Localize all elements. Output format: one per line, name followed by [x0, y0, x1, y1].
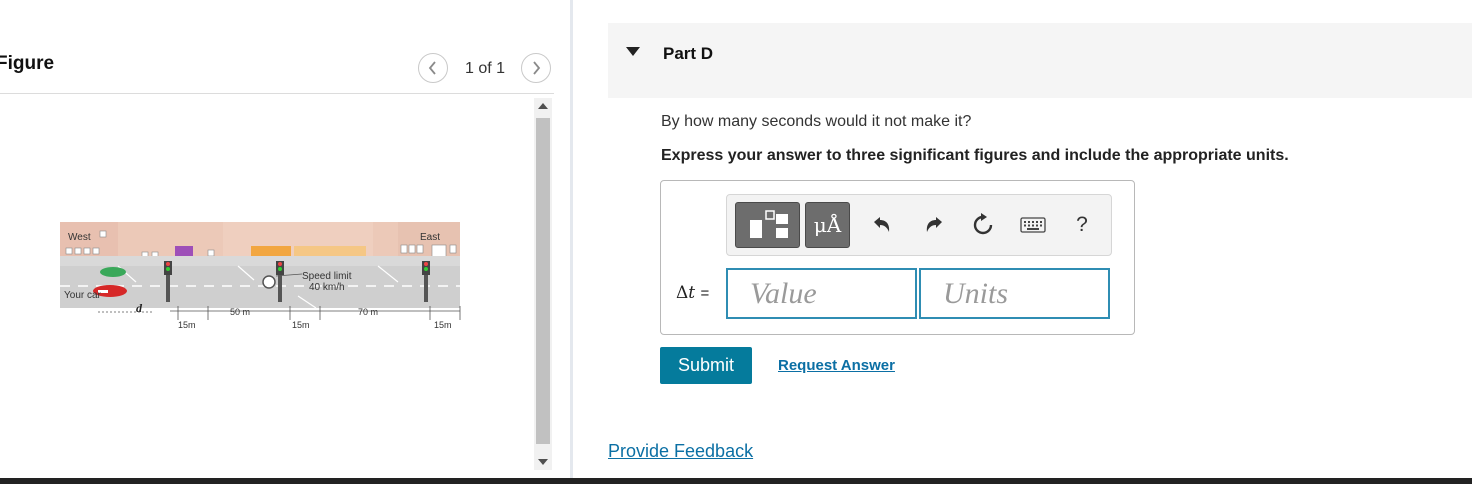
- next-figure-button[interactable]: [521, 53, 551, 83]
- label-d: d: [136, 301, 143, 315]
- redo-button[interactable]: [918, 202, 950, 248]
- templates-button[interactable]: [735, 202, 800, 248]
- caret-down-icon[interactable]: [626, 47, 640, 57]
- figure-scrollbar[interactable]: [534, 98, 552, 470]
- label-distance-50m: 50 m: [230, 307, 250, 317]
- label-distance-15m-2: 15m: [292, 320, 310, 330]
- templates-icon: [749, 210, 788, 238]
- label-distance-15m-3: 15m: [434, 320, 452, 330]
- delta-symbol: Δ: [676, 283, 689, 303]
- part-title: Part D: [663, 44, 714, 63]
- triangle-up-icon: [538, 103, 548, 109]
- triangle-down-icon: [538, 459, 548, 465]
- provide-feedback-link[interactable]: Provide Feedback: [608, 441, 753, 462]
- request-answer-link[interactable]: Request Answer: [778, 357, 895, 374]
- bottom-bar: [0, 478, 1472, 484]
- previous-figure-button[interactable]: [418, 53, 448, 83]
- label-west: West: [68, 232, 91, 243]
- keyboard-button[interactable]: [1014, 202, 1052, 248]
- question-text: By how many seconds would it not make it…: [661, 113, 972, 130]
- figure-header-divider: [0, 93, 554, 94]
- road-figure: West East Your car d Speed limit 40 km/h…: [60, 222, 461, 330]
- variable-name: t: [688, 283, 696, 303]
- label-distance-70m: 70 m: [358, 307, 378, 317]
- submit-button[interactable]: Submit: [660, 347, 752, 384]
- reset-button[interactable]: [966, 202, 1000, 248]
- figure-title: Figure: [0, 53, 55, 74]
- units-button[interactable]: μÅ: [805, 202, 850, 248]
- label-east: East: [420, 232, 440, 243]
- undo-icon: [874, 217, 890, 232]
- scroll-down-arrow[interactable]: [534, 454, 552, 470]
- equals-sign: =: [700, 285, 710, 302]
- value-input[interactable]: [726, 268, 917, 319]
- answer-instructions: Express your answer to three significant…: [661, 147, 1289, 164]
- scroll-up-arrow[interactable]: [534, 98, 552, 114]
- figure-page-count: 1 of 1: [465, 60, 506, 77]
- label-distance-15m-1: 15m: [178, 320, 196, 330]
- scroll-thumb[interactable]: [536, 118, 550, 444]
- pane-divider: [570, 0, 573, 478]
- undo-button[interactable]: [866, 202, 898, 248]
- redo-icon: [926, 217, 942, 232]
- chevron-right-icon: [533, 61, 541, 75]
- label-your-car: Your car: [64, 290, 102, 301]
- chevron-left-icon: [428, 61, 436, 75]
- reset-icon: [973, 213, 993, 235]
- keyboard-icon: [1020, 217, 1046, 233]
- part-header[interactable]: [608, 23, 1472, 98]
- label-speed-limit: Speed limit: [302, 271, 352, 282]
- label-speed-value: 40 km/h: [309, 282, 345, 293]
- help-button[interactable]: ?: [1066, 202, 1098, 248]
- units-input[interactable]: [919, 268, 1110, 319]
- answer-variable-label: Δt =: [676, 283, 709, 303]
